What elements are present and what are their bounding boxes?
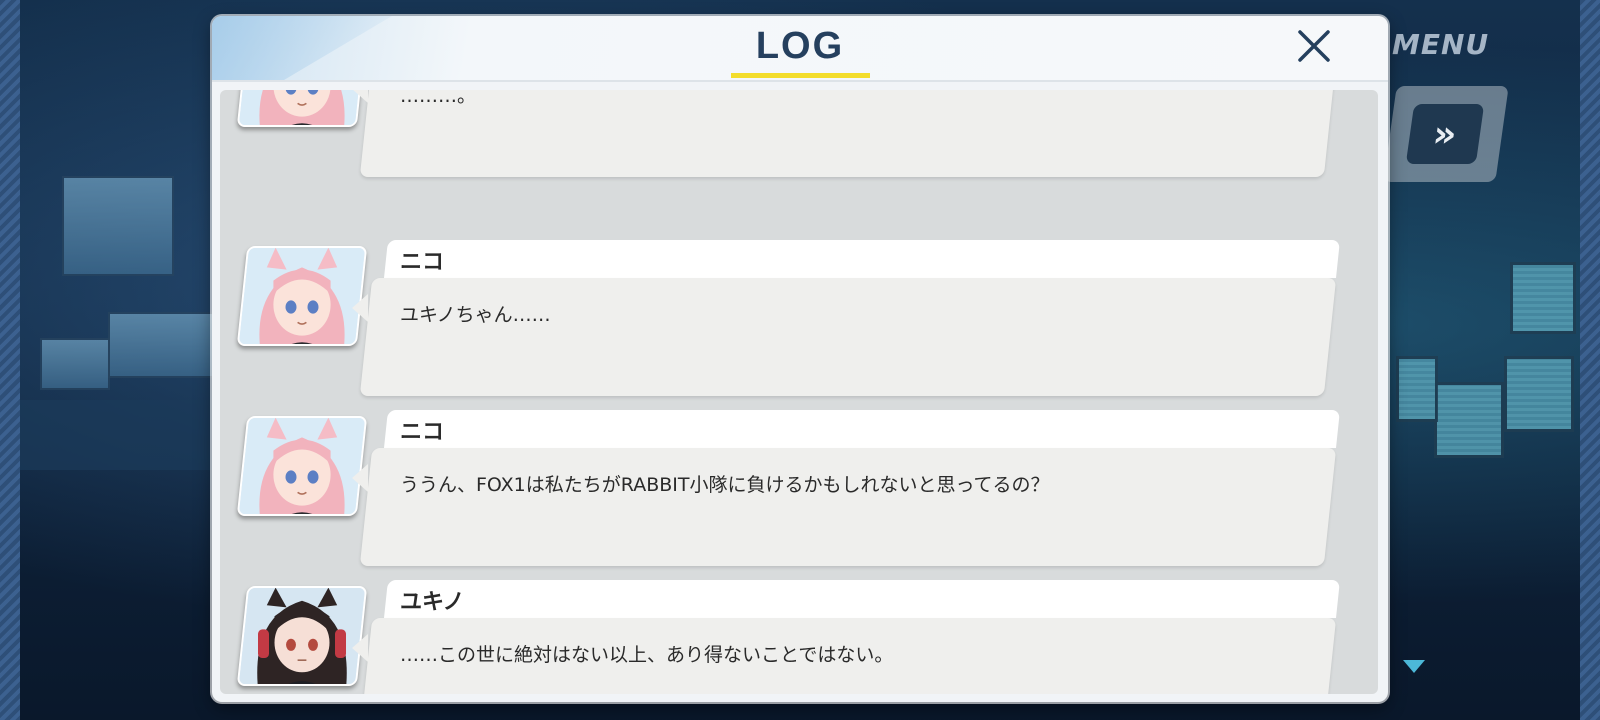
dialogue-text: ……この世に絶対はない以上、あり得ないことではない。 [400,644,894,666]
left-border-stripe [0,0,20,720]
fast-forward-icon: » [1430,113,1460,155]
log-entry: ニコ ………。 [220,90,1378,181]
log-header: LOG [212,16,1388,82]
background-wall-tile [1434,382,1504,458]
speaker-name-bar [384,240,1340,278]
log-entry: ニコ ううん、FOX1は私たちがRABBIT小隊に負けるかもしれないと思ってるの… [220,410,1378,570]
menu-button[interactable]: MENU [1392,28,1489,61]
speaker-name: ニコ [400,420,445,445]
yukino-avatar-art [238,586,366,686]
close-icon [1298,30,1330,62]
background-monitor [62,176,174,276]
dialogue-text: ううん、FOX1は私たちがRABBIT小隊に負けるかもしれないと思ってるの？ [400,474,1050,496]
niko-avatar-art [238,90,366,127]
scroll-down-indicator-icon [1403,660,1425,673]
speaker-name: ニコ [400,250,445,275]
niko-avatar-art [238,416,366,516]
niko-avatar-art [238,246,366,346]
speaker-name-bar [384,410,1340,448]
log-panel: LOG ………。 ニコ ユキノちゃん…… ニコ ううん、FOX1は私たちがRAB… [212,16,1388,702]
niko-portrait [236,246,368,346]
log-entry: ユキノ ……この世に絶対はない以上、あり得ないことではない。 [220,580,1378,694]
title-underline [731,73,870,78]
speaker-name: ユキノ [400,590,465,615]
speaker-name-bar [384,580,1340,618]
dialogue-bubble [359,278,1337,396]
bubble-tail [352,464,368,492]
dialogue-bubble [359,448,1337,566]
right-border-stripe [1580,0,1600,720]
background-wall-tile [1396,356,1438,422]
bubble-tail [352,90,368,103]
dialogue-text: ………。 [400,90,477,107]
log-title: LOG [755,25,845,67]
log-list[interactable]: ニコ ………。 ニコ [220,90,1378,694]
background-monitor [40,338,110,390]
yukino-portrait [236,586,368,686]
background-desk [20,400,220,470]
log-entry: ニコ ユキノちゃん…… [220,240,1378,400]
niko-portrait [236,416,368,516]
fast-forward-button[interactable]: » [1405,104,1485,164]
bubble-tail [352,294,368,322]
close-button[interactable] [1290,22,1338,70]
background-wall-tile [1504,356,1574,432]
dialogue-text: ユキノちゃん…… [400,304,551,326]
dialogue-bubble [359,90,1337,177]
background-monitor [108,312,216,378]
background-wall-tile [1510,262,1576,334]
niko-portrait [236,90,368,127]
bubble-tail [352,634,368,662]
